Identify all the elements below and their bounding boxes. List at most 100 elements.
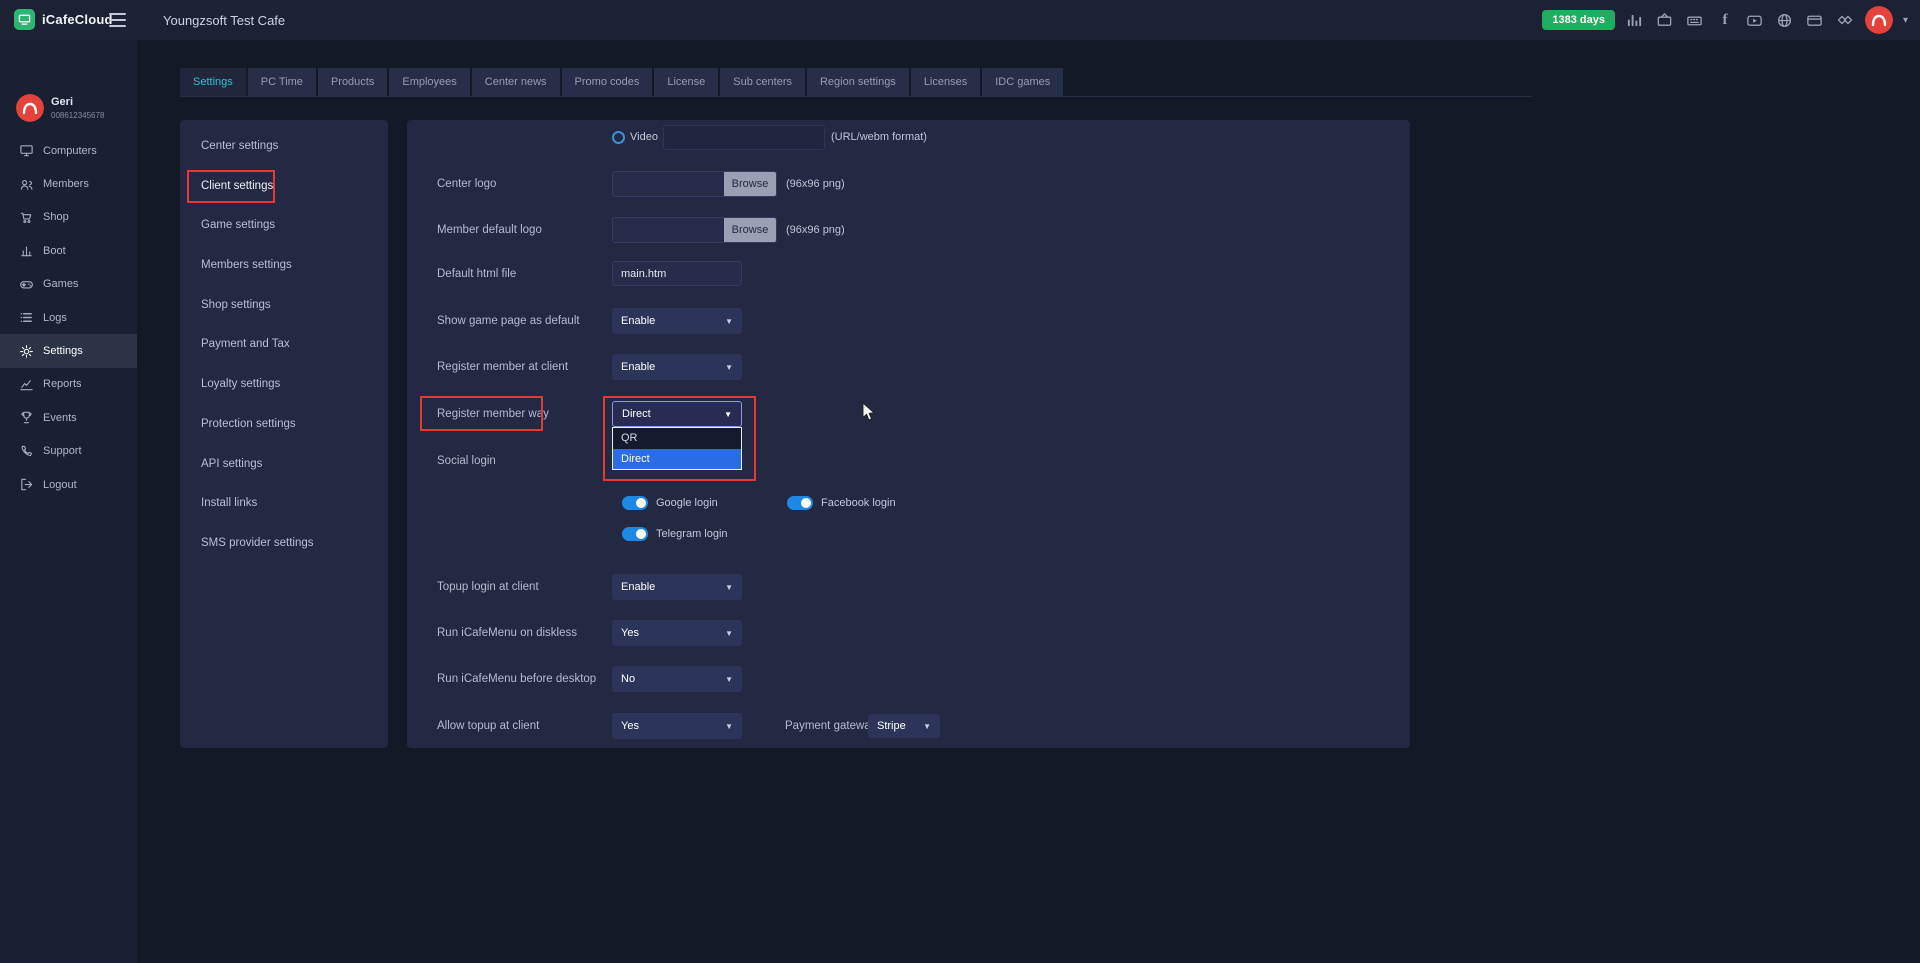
cart-icon [19,210,34,225]
settings-nav-sms-provider-settings[interactable]: SMS provider settings [180,524,388,564]
trophy-icon [19,410,34,425]
center-logo-browse-button[interactable]: Browse [724,172,776,196]
user-avatar[interactable] [16,94,44,122]
youtube-icon[interactable] [1745,10,1765,30]
run-diskless-label: Run iCafeMenu on diskless [437,627,577,639]
sidebar-item-boot[interactable]: Boot [0,234,137,267]
chevron-down-icon[interactable]: ▾ [1903,15,1908,26]
sidebar-item-shop[interactable]: Shop [0,201,137,234]
icafecloud-logo-icon [14,9,35,30]
tab-licenses[interactable]: Licenses [911,68,980,96]
sidebar-item-logs[interactable]: Logs [0,301,137,334]
tab-region-settings[interactable]: Region settings [807,68,909,96]
keyboard-icon[interactable] [1685,10,1705,30]
top-header: iCafeCloud Youngzsoft Test Cafe 1383 day… [0,0,1920,40]
sidebar-item-events[interactable]: Events [0,401,137,434]
center-logo-file-input[interactable]: Browse [612,171,777,197]
tv-icon[interactable] [1655,10,1675,30]
tab-employees[interactable]: Employees [389,68,469,96]
register-member-at-client-select[interactable]: Enable ▼ [612,354,742,380]
dropdown-option-qr[interactable]: QR [613,428,741,449]
sidebar-item-reports[interactable]: Reports [0,368,137,401]
settings-nav-client-settings[interactable]: Client settings [180,167,388,207]
google-login-toggle[interactable] [622,496,648,510]
default-html-input[interactable] [612,261,742,286]
member-logo-label: Member default logo [437,224,542,236]
tab-products[interactable]: Products [318,68,387,96]
settings-nav-protection-settings[interactable]: Protection settings [180,405,388,445]
run-before-desktop-select[interactable]: No ▼ [612,666,742,692]
register-member-way-select[interactable]: Direct ▼ [612,401,742,427]
monitor-icon [19,143,34,158]
tab-license[interactable]: License [654,68,718,96]
show-game-page-label: Show game page as default [437,315,580,327]
hamburger-menu-icon[interactable] [109,13,126,27]
chevron-down-icon: ▼ [725,675,733,684]
chart-icon[interactable] [1625,10,1645,30]
tab-settings[interactable]: Settings [180,68,246,96]
payment-gateway-select[interactable]: Stripe ▼ [868,714,940,738]
video-hint: (URL/webm format) [831,131,927,143]
settings-nav-loyalty-settings[interactable]: Loyalty settings [180,365,388,405]
payment-gateway-label: Payment gateway [785,720,876,732]
member-logo-browse-button[interactable]: Browse [724,218,776,242]
select-value: Enable [621,315,655,327]
member-logo-file-input[interactable]: Browse [612,217,777,243]
settings-nav-api-settings[interactable]: API settings [180,445,388,485]
select-value: Direct [622,408,651,420]
select-value: Enable [621,581,655,593]
run-diskless-select[interactable]: Yes ▼ [612,620,742,646]
settings-nav-install-links[interactable]: Install links [180,484,388,524]
sidebar-item-support[interactable]: Support [0,435,137,468]
social-login-label: Social login [437,455,496,467]
member-logo-hint: (96x96 png) [786,224,845,236]
chevron-down-icon: ▼ [724,410,732,419]
settings-nav-center-settings[interactable]: Center settings [180,127,388,167]
facebook-icon[interactable]: f [1715,10,1735,30]
sidebar-item-label: Logout [43,479,77,491]
tab-pc-time[interactable]: PC Time [248,68,316,96]
days-badge[interactable]: 1383 days [1542,10,1615,30]
settings-nav-shop-settings[interactable]: Shop settings [180,286,388,326]
facebook-login-label: Facebook login [821,497,896,509]
billing-icon[interactable] [1805,10,1825,30]
gear-icon [19,344,34,359]
settings-nav-game-settings[interactable]: Game settings [180,206,388,246]
brand-logo[interactable]: iCafeCloud [14,9,113,30]
settings-tabs: Settings PC Time Products Employees Cent… [180,68,1532,97]
video-url-input[interactable] [663,125,825,150]
phone-icon [19,444,34,459]
sidebar-item-logout[interactable]: Logout [0,468,137,501]
video-radio[interactable] [612,131,625,144]
center-logo-label: Center logo [437,178,496,190]
globe-icon[interactable] [1775,10,1795,30]
sidebar-item-label: Members [43,178,89,190]
topup-login-select[interactable]: Enable ▼ [612,574,742,600]
bars-icon [19,243,34,258]
tab-promo-codes[interactable]: Promo codes [562,68,653,96]
settings-nav-payment-and-tax[interactable]: Payment and Tax [180,325,388,365]
account-avatar[interactable] [1865,6,1893,34]
sidebar-item-settings[interactable]: Settings [0,334,137,367]
facebook-login-toggle[interactable] [787,496,813,510]
sidebar-item-members[interactable]: Members [0,167,137,200]
allow-topup-select[interactable]: Yes ▼ [612,713,742,739]
tab-sub-centers[interactable]: Sub centers [720,68,805,96]
sidebar-item-computers[interactable]: Computers [0,134,137,167]
partner-icon[interactable] [1835,10,1855,30]
sidebar-item-label: Computers [43,145,97,157]
telegram-login-toggle[interactable] [622,527,648,541]
tab-center-news[interactable]: Center news [472,68,560,96]
dropdown-option-direct[interactable]: Direct [613,449,741,470]
tab-idc-games[interactable]: IDC games [982,68,1063,96]
settings-nav-members-settings[interactable]: Members settings [180,246,388,286]
sidebar-item-label: Reports [43,378,82,390]
user-block: Geri 008612345678 [16,94,104,122]
chevron-down-icon: ▼ [725,629,733,638]
header-actions: 1383 days f [1542,0,1908,40]
user-phone: 008612345678 [51,111,104,120]
chevron-down-icon: ▼ [725,317,733,326]
list-icon [19,310,34,325]
sidebar-item-games[interactable]: Games [0,268,137,301]
show-game-page-select[interactable]: Enable ▼ [612,308,742,334]
